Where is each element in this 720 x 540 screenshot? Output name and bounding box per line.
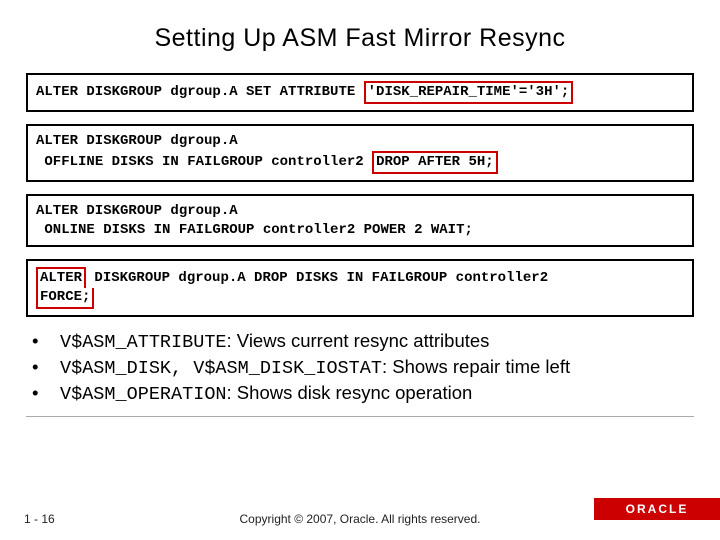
code4-rest: DISKGROUP dgroup.A DROP DISKS IN FAILGRO… xyxy=(86,270,548,286)
code3-line1: ALTER DISKGROUP dgroup.A xyxy=(36,203,238,219)
footer: 1 - 16 Copyright © 2007, Oracle. All rig… xyxy=(0,498,720,536)
code3-line2: ONLINE DISKS IN FAILGROUP controller2 PO… xyxy=(36,222,473,238)
bullet-dot: • xyxy=(26,355,60,381)
bullet-1-code: V$ASM_ATTRIBUTE xyxy=(60,332,227,353)
code2-highlight: DROP AFTER 5H; xyxy=(372,151,498,174)
bullet-1-rest: : Views current resync attributes xyxy=(227,330,490,351)
code-box-3: ALTER DISKGROUP dgroup.A ONLINE DISKS IN… xyxy=(26,194,694,248)
code1-pre: ALTER DISKGROUP dgroup.A SET ATTRIBUTE xyxy=(36,84,364,100)
bullet-2: • V$ASM_DISK, V$ASM_DISK_IOSTAT: Shows r… xyxy=(26,355,694,381)
code-box-2: ALTER DISKGROUP dgroup.A OFFLINE DISKS I… xyxy=(26,124,694,182)
code2-line1: ALTER DISKGROUP dgroup.A xyxy=(36,133,238,149)
bullet-1: • V$ASM_ATTRIBUTE: Views current resync … xyxy=(26,329,694,355)
slide-title: Setting Up ASM Fast Mirror Resync xyxy=(0,0,720,67)
code1-highlight: 'DISK_REPAIR_TIME'='3H'; xyxy=(364,81,574,104)
bullet-2-rest: : Shows repair time left xyxy=(382,356,570,377)
bullet-3-code: V$ASM_OPERATION xyxy=(60,384,227,405)
code4-hl-bot: FORCE; xyxy=(36,288,94,309)
bullet-list: • V$ASM_ATTRIBUTE: Views current resync … xyxy=(26,329,694,417)
bullet-3: • V$ASM_OPERATION: Shows disk resync ope… xyxy=(26,381,694,407)
bullet-3-rest: : Shows disk resync operation xyxy=(227,382,473,403)
code4-hl-top: ALTER xyxy=(36,267,86,288)
oracle-logo: ORACLE xyxy=(594,498,720,520)
bullet-dot: • xyxy=(26,381,60,407)
bullet-dot: • xyxy=(26,329,60,355)
bullet-2-code: V$ASM_DISK, V$ASM_DISK_IOSTAT xyxy=(60,358,382,379)
code2-line2a: OFFLINE DISKS IN FAILGROUP controller2 xyxy=(36,154,372,170)
code-box-1: ALTER DISKGROUP dgroup.A SET ATTRIBUTE '… xyxy=(26,73,694,112)
code-box-4: ALTER DISKGROUP dgroup.A DROP DISKS IN F… xyxy=(26,259,694,317)
